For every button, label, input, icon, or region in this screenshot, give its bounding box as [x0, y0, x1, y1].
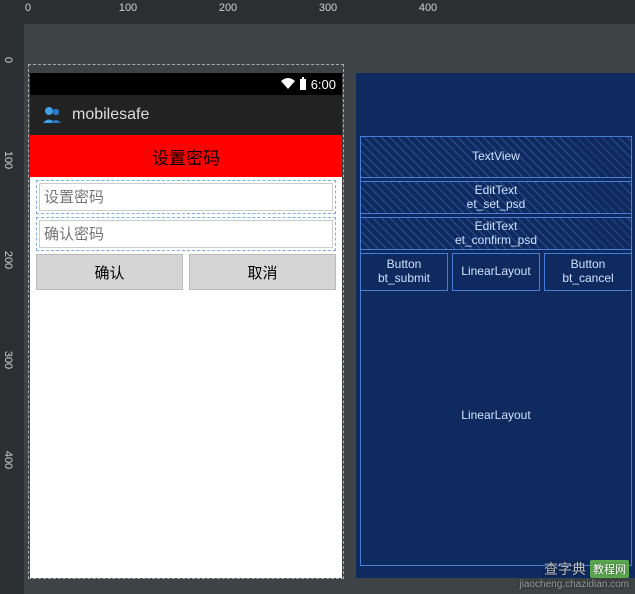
bp-et-confirm-id: et_confirm_psd — [455, 234, 537, 248]
set-password-input[interactable] — [39, 183, 333, 211]
confirm-password-field-wrap — [36, 217, 336, 251]
app-toolbar: mobilesafe — [30, 95, 342, 135]
design-canvas[interactable]: 6:00 mobilesafe 设置密码 确认 取消 — [24, 24, 635, 594]
watermark-url: jiaocheng.chazidian.com — [519, 579, 629, 590]
bp-row-container-label: LinearLayout — [461, 265, 530, 279]
ruler-h-tick: 0 — [25, 2, 31, 14]
horizontal-ruler: 0 100 200 300 400 — [0, 0, 635, 24]
ruler-v-tick: 400 — [2, 451, 14, 469]
ruler-v-tick: 100 — [2, 151, 14, 169]
screen-title: 设置密码 — [30, 135, 342, 177]
bp-et-set-id: et_set_psd — [467, 198, 526, 212]
battery-icon — [299, 77, 307, 91]
ruler-h-tick: 400 — [419, 2, 437, 14]
bp-button-submit[interactable]: Button bt_submit — [360, 253, 448, 291]
ruler-v-tick: 0 — [2, 57, 14, 63]
app-name-label: mobilesafe — [72, 106, 149, 124]
ruler-v-tick: 200 — [2, 251, 14, 269]
watermark: 查字典 教程网 jiaocheng.chazidian.com — [519, 559, 629, 590]
bp-et-set-type: EditText — [475, 184, 518, 198]
vertical-ruler: 0 100 200 300 400 — [0, 0, 24, 594]
device-preview[interactable]: 6:00 mobilesafe 设置密码 确认 取消 — [30, 73, 342, 578]
watermark-badge: 教程网 — [590, 560, 629, 578]
ruler-h-tick: 100 — [119, 2, 137, 14]
bp-edittext-set[interactable]: EditText et_set_psd — [360, 181, 632, 214]
blueprint-panel[interactable]: TextView EditText et_set_psd EditText et… — [356, 73, 635, 578]
bp-root-label: LinearLayout — [461, 409, 530, 423]
bp-textview[interactable]: TextView — [360, 136, 632, 178]
ruler-h-tick: 200 — [219, 2, 237, 14]
bp-button-cancel[interactable]: Button bt_cancel — [544, 253, 632, 291]
bp-textview-label: TextView — [472, 150, 520, 164]
bp-bt-cancel-type: Button — [571, 258, 606, 272]
app-icon — [42, 106, 64, 124]
ruler-v-tick: 300 — [2, 351, 14, 369]
cancel-button[interactable]: 取消 — [189, 254, 336, 290]
bp-edittext-confirm[interactable]: EditText et_confirm_psd — [360, 217, 632, 250]
submit-button[interactable]: 确认 — [36, 254, 183, 290]
status-bar-time: 6:00 — [311, 77, 336, 92]
set-password-field-wrap — [36, 180, 336, 214]
watermark-text: 查字典 — [544, 559, 586, 579]
bp-bt-submit-type: Button — [387, 258, 422, 272]
bp-bt-submit-id: bt_submit — [378, 272, 430, 286]
bp-linearlayout-row[interactable]: LinearLayout — [452, 253, 540, 291]
wifi-icon — [281, 78, 295, 90]
ruler-h-tick: 300 — [319, 2, 337, 14]
dialog-button-row: 确认 取消 — [36, 254, 336, 290]
bp-et-confirm-type: EditText — [475, 220, 518, 234]
confirm-password-input[interactable] — [39, 220, 333, 248]
bp-bt-cancel-id: bt_cancel — [562, 272, 613, 286]
android-status-bar: 6:00 — [30, 73, 342, 95]
screen-title-text: 设置密码 — [152, 144, 220, 169]
